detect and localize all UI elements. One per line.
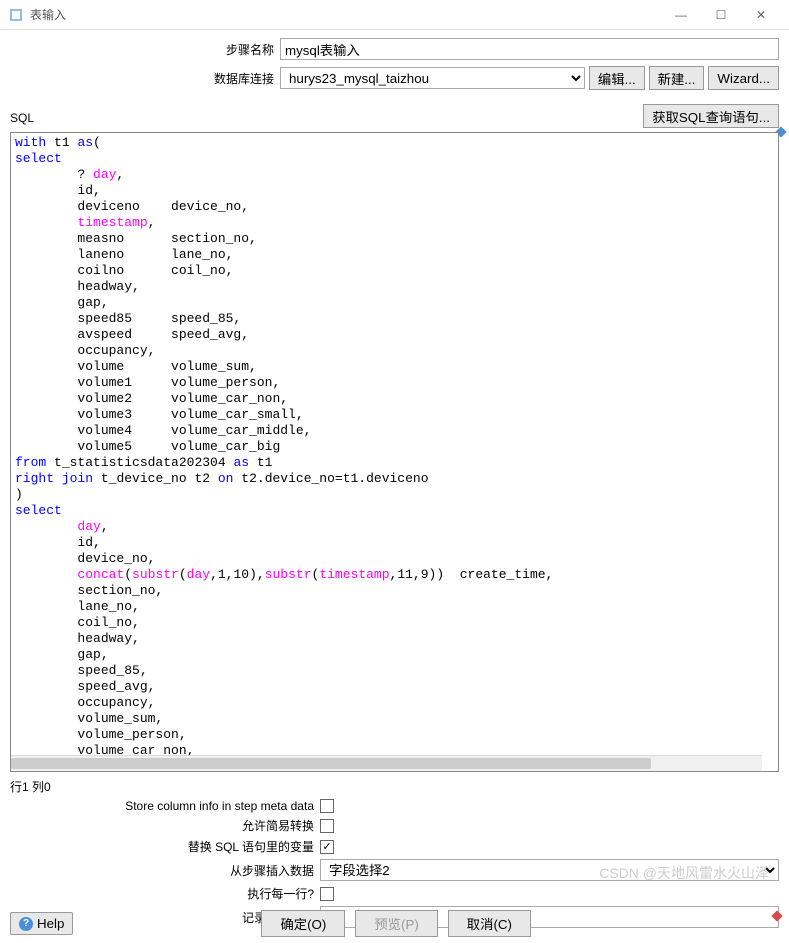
horizontal-scrollbar[interactable]	[11, 755, 762, 771]
new-button[interactable]: 新建...	[649, 66, 705, 90]
help-icon: ?	[19, 917, 33, 931]
allow-lazy-checkbox[interactable]	[320, 819, 334, 833]
sql-label: SQL	[0, 107, 639, 129]
cancel-button[interactable]: 取消(C)	[448, 910, 531, 937]
maximize-button[interactable]: ☐	[701, 0, 741, 30]
titlebar: 表输入 — ☐ ✕	[0, 0, 789, 30]
replace-var-label: 替换 SQL 语句里的变量	[10, 838, 320, 855]
wizard-button[interactable]: Wizard...	[708, 66, 779, 90]
db-conn-label: 数据库连接	[10, 70, 280, 87]
window-title: 表输入	[30, 6, 661, 23]
watermark: CSDN @天地风雷水火山泽	[599, 863, 769, 883]
db-conn-select[interactable]: hurys23_mysql_taizhou	[280, 67, 585, 89]
edit-button[interactable]: 编辑...	[589, 66, 645, 90]
step-name-label: 步骤名称	[10, 41, 280, 58]
each-row-checkbox[interactable]	[320, 887, 334, 901]
sql-editor[interactable]: with t1 as(select ? day, id, deviceno de…	[10, 132, 779, 772]
from-step-label: 从步骤插入数据	[10, 862, 320, 879]
minimize-button[interactable]: —	[661, 0, 701, 30]
each-row-label: 执行每一行?	[10, 885, 320, 902]
app-icon	[8, 7, 24, 23]
row-col-status: 行1 列0	[0, 772, 789, 797]
close-button[interactable]: ✕	[741, 0, 781, 30]
allow-lazy-label: 允许简易转换	[10, 817, 320, 834]
preview-button[interactable]: 预览(P)	[355, 910, 437, 937]
get-sql-button[interactable]: 获取SQL查询语句...	[643, 104, 779, 128]
store-col-label: Store column info in step meta data	[10, 799, 320, 813]
help-button[interactable]: ? Help	[10, 912, 73, 935]
store-col-checkbox[interactable]	[320, 799, 334, 813]
ok-button[interactable]: 确定(O)	[261, 910, 345, 937]
replace-var-checkbox[interactable]	[320, 840, 334, 854]
help-label: Help	[37, 916, 64, 931]
step-name-input[interactable]	[280, 38, 779, 60]
